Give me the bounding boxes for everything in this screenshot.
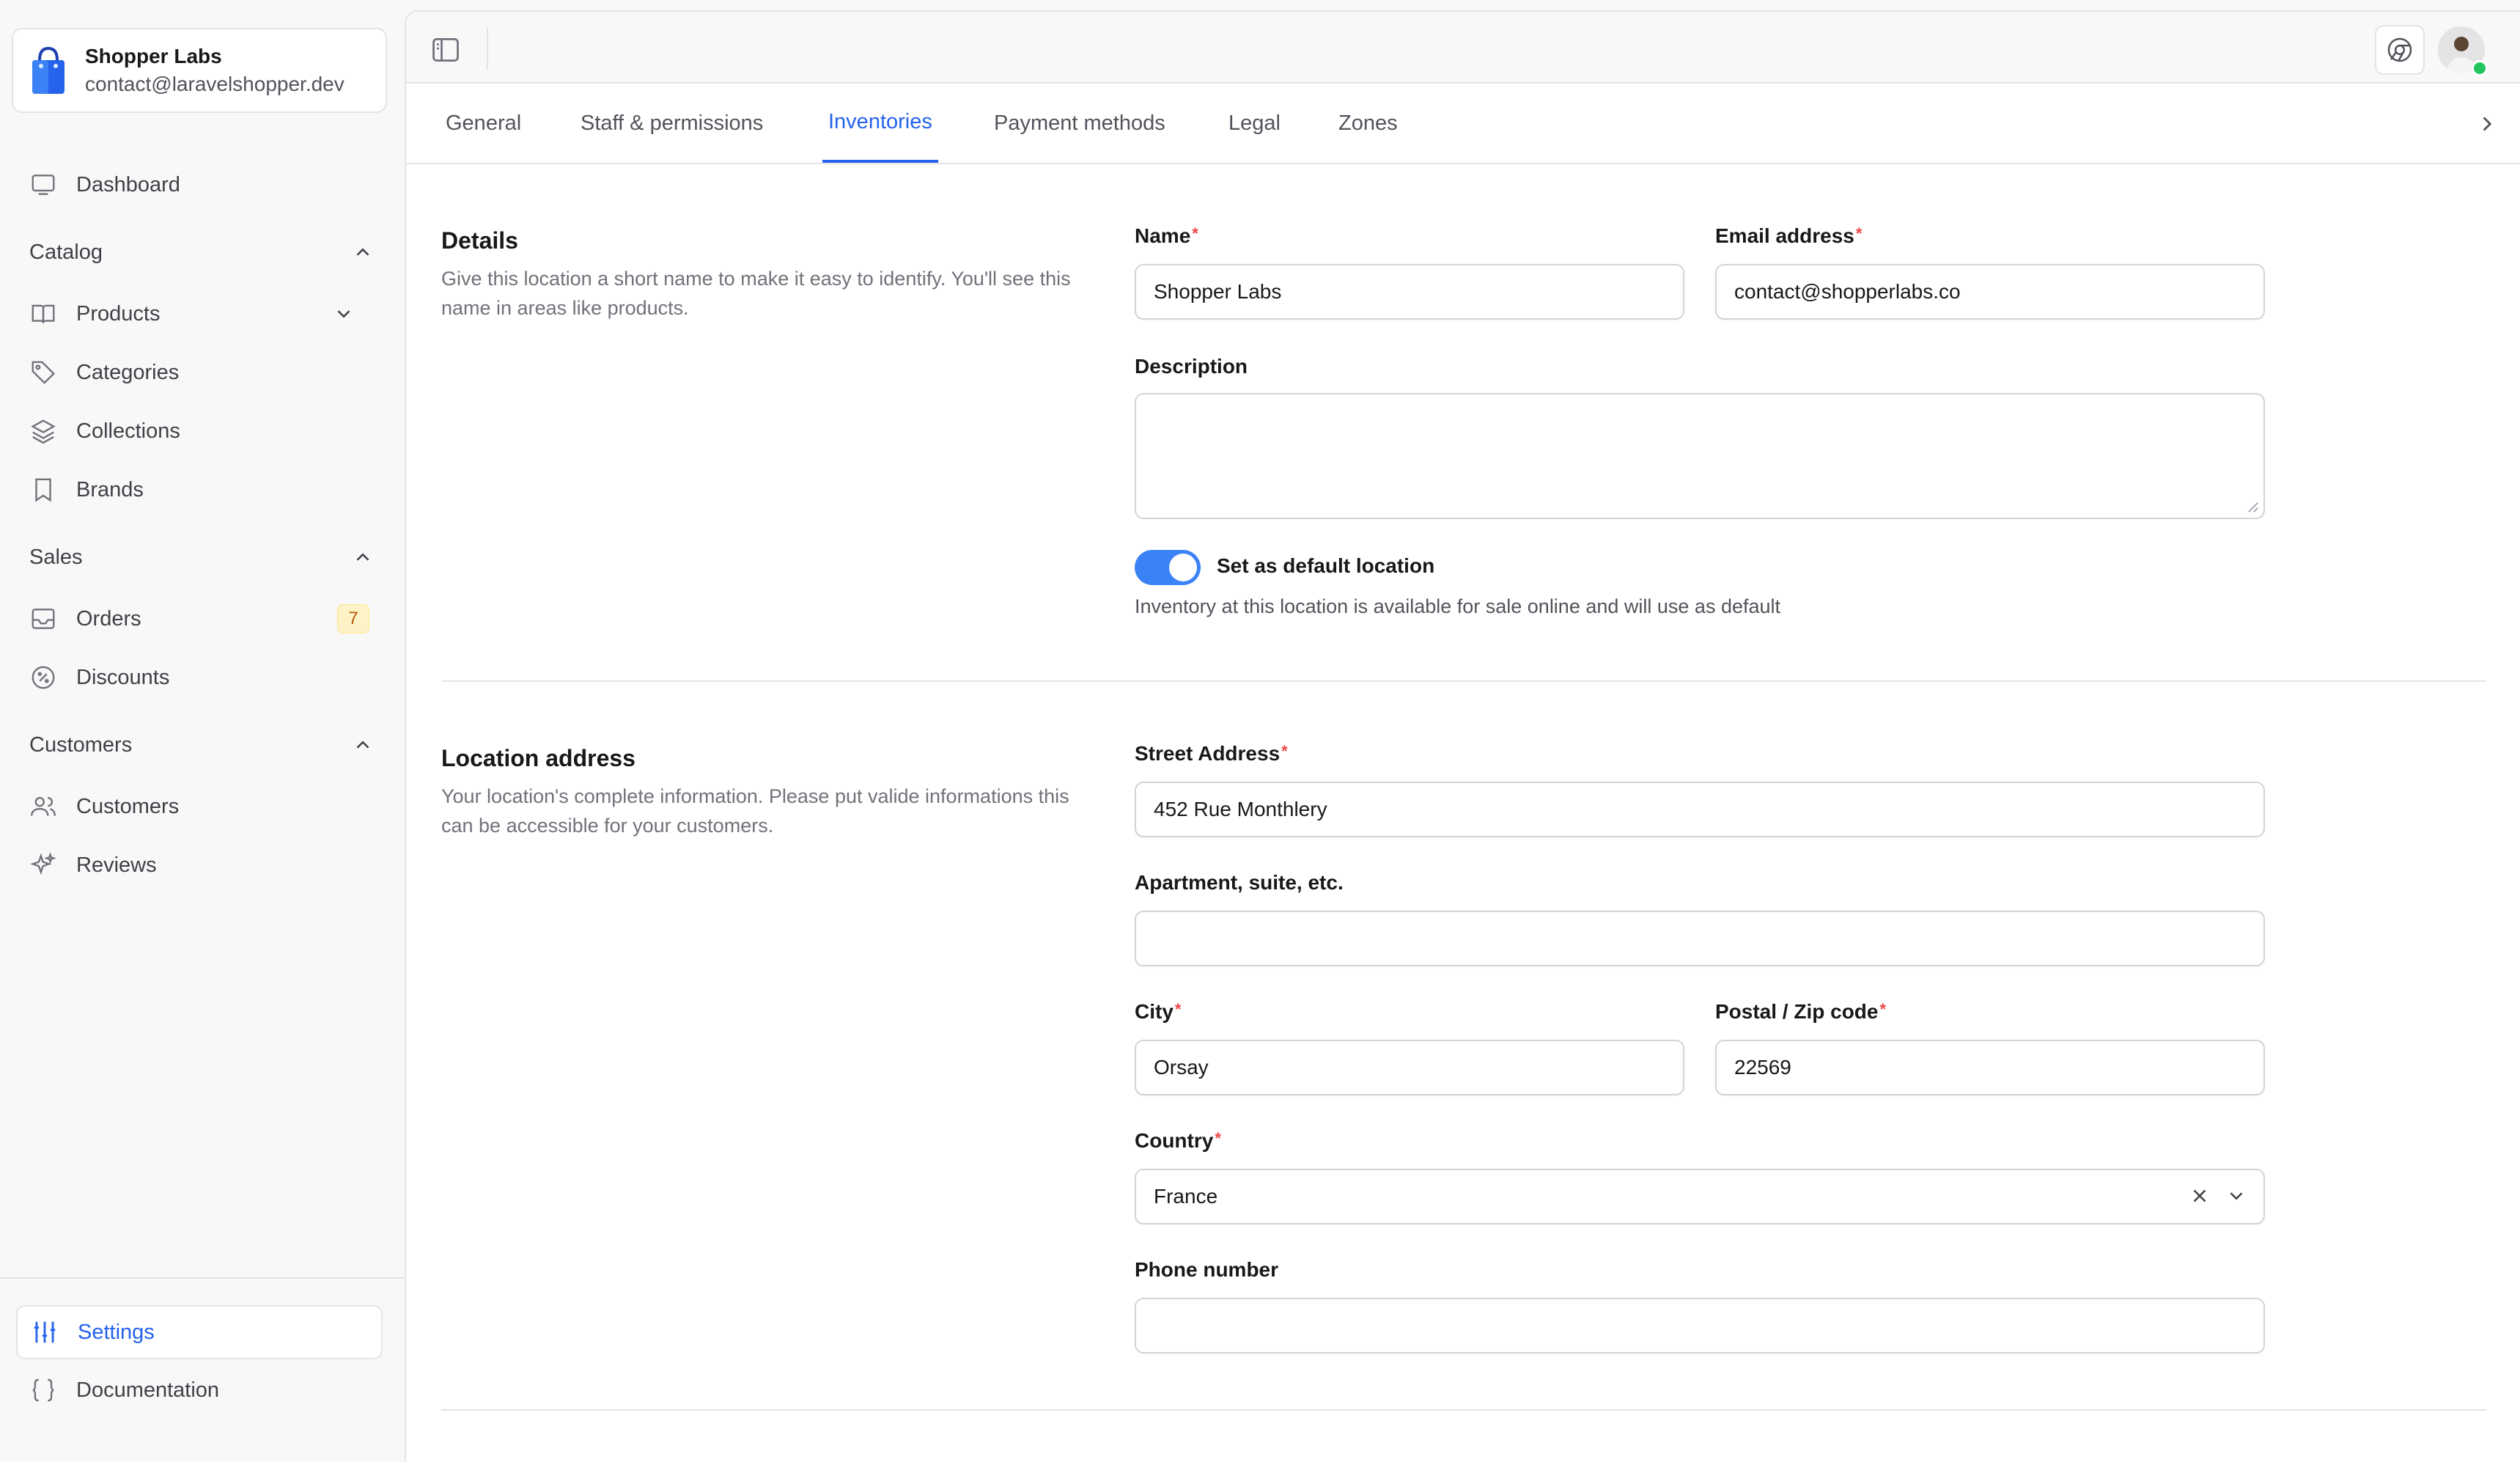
- sidebar-item-label: Discounts: [76, 665, 170, 689]
- sidebar-item-label: Dashboard: [76, 172, 180, 196]
- default-location-help: Inventory at this location is available …: [1135, 595, 1781, 617]
- sidebar-item-orders[interactable]: Orders: [29, 597, 141, 641]
- sidebar-toggle-icon[interactable]: [430, 34, 462, 66]
- postal-label: Postal / Zip code*: [1715, 1000, 1887, 1023]
- country-selected-value: France: [1154, 1185, 1218, 1208]
- tab-inventories[interactable]: Inventories: [822, 84, 938, 163]
- email-label: Email address*: [1715, 224, 1863, 247]
- top-header: [406, 12, 2520, 84]
- sidebar-item-reviews[interactable]: Reviews: [29, 843, 157, 887]
- tag-icon: [32, 361, 55, 384]
- sidebar-group-label: Customers: [29, 732, 133, 757]
- toggle-knob: [1169, 554, 1197, 581]
- default-location-label: Set as default location: [1217, 554, 1435, 577]
- book-open-icon: [32, 304, 55, 323]
- chevron-up-icon: [356, 248, 369, 256]
- sidebar-divider: [0, 1277, 405, 1279]
- sidebar-group-label: Catalog: [29, 240, 103, 264]
- sidebar-item-products[interactable]: Products: [29, 292, 374, 336]
- sidebar-group-label: Sales: [29, 545, 83, 569]
- sidebar-item-label: Collections: [76, 419, 180, 443]
- resize-grip-icon[interactable]: [2246, 500, 2259, 513]
- sidebar-item-collections[interactable]: Collections: [29, 409, 180, 453]
- street-address-field[interactable]: 452 Rue Monthlery: [1135, 782, 2265, 837]
- postal-code-field[interactable]: 22569: [1715, 1040, 2265, 1095]
- main-panel: General Staff & permissions Inventories …: [405, 10, 2520, 1462]
- city-label: City*: [1135, 1000, 1182, 1023]
- phone-label: Phone number: [1135, 1258, 1279, 1281]
- sidebar-item-discounts[interactable]: Discounts: [29, 655, 169, 699]
- tab-zones[interactable]: Zones: [1338, 84, 1398, 163]
- sidebar-item-label: Categories: [76, 360, 180, 384]
- tab-general[interactable]: General: [446, 84, 521, 163]
- inbox-icon: [32, 609, 55, 629]
- chevron-up-icon: [356, 741, 369, 749]
- section-divider: [441, 680, 2486, 682]
- chrome-browser-icon: [2387, 37, 2412, 62]
- sidebar-item-label: Documentation: [76, 1378, 220, 1402]
- phone-number-field[interactable]: [1135, 1298, 2265, 1353]
- sidebar-group-customers[interactable]: Customers: [29, 723, 374, 767]
- users-icon: [30, 796, 56, 816]
- email-field[interactable]: contact@shopperlabs.co: [1715, 264, 2265, 320]
- header-separator: [487, 28, 488, 70]
- apartment-label: Apartment, suite, etc.: [1135, 871, 1344, 894]
- country-select[interactable]: France: [1135, 1169, 2265, 1224]
- details-section-title: Details: [441, 227, 518, 254]
- store-name: Shopper Labs: [85, 45, 222, 67]
- section-divider: [441, 1409, 2486, 1411]
- tab-payment-methods[interactable]: Payment methods: [994, 84, 1165, 163]
- view-storefront-button[interactable]: [2375, 25, 2425, 75]
- sidebar-item-dashboard[interactable]: Dashboard: [29, 163, 180, 207]
- name-label: Name*: [1135, 224, 1198, 247]
- layers-icon: [31, 419, 56, 444]
- sidebar-item-label: Products: [76, 301, 161, 326]
- country-label: Country*: [1135, 1129, 1221, 1152]
- code-braces-icon: [32, 1378, 54, 1402]
- sidebar-item-label: Orders: [76, 606, 141, 631]
- apartment-field[interactable]: [1135, 911, 2265, 966]
- percent-badge-icon: [32, 666, 55, 689]
- sidebar-item-categories[interactable]: Categories: [29, 350, 179, 394]
- bookmark-icon: [35, 478, 51, 502]
- sparkles-icon: [30, 852, 56, 875]
- address-section-description: Your location's complete information. Pl…: [441, 785, 1069, 837]
- sidebar-item-settings[interactable]: Settings: [16, 1305, 383, 1359]
- street-label: Street Address*: [1135, 742, 1288, 765]
- chevron-up-icon: [356, 553, 369, 561]
- sidebar-item-label: Reviews: [76, 853, 157, 877]
- sidebar: Shopper Labs contact@laravelshopper.dev …: [0, 0, 405, 1462]
- sidebar-group-catalog[interactable]: Catalog: [29, 230, 374, 274]
- sidebar-item-label: Settings: [78, 1320, 155, 1344]
- settings-tabs: General Staff & permissions Inventories …: [406, 84, 2520, 164]
- default-location-toggle[interactable]: [1135, 550, 1201, 585]
- sliders-icon: [34, 1321, 56, 1343]
- chevron-down-icon[interactable]: [2225, 1185, 2247, 1207]
- address-section-title: Location address: [441, 745, 635, 771]
- tab-legal[interactable]: Legal: [1228, 84, 1281, 163]
- online-status-dot: [2472, 60, 2488, 76]
- city-field[interactable]: Orsay: [1135, 1040, 1684, 1095]
- store-email: contact@laravelshopper.dev: [85, 73, 345, 95]
- sidebar-item-brands[interactable]: Brands: [29, 468, 144, 512]
- sidebar-item-label: Customers: [76, 794, 180, 818]
- store-switcher[interactable]: Shopper Labs contact@laravelshopper.dev: [12, 28, 387, 113]
- sidebar-item-label: Brands: [76, 477, 144, 502]
- description-textarea[interactable]: [1135, 393, 2265, 519]
- description-label: Description: [1135, 355, 1248, 378]
- chevron-down-icon: [337, 310, 350, 318]
- name-field[interactable]: Shopper Labs: [1135, 264, 1684, 320]
- monitor-icon: [32, 175, 55, 195]
- orders-count-badge: 7: [337, 604, 369, 633]
- chevron-right-icon[interactable]: [2475, 111, 2499, 136]
- sidebar-item-customers[interactable]: Customers: [29, 785, 179, 829]
- sidebar-group-sales[interactable]: Sales: [29, 535, 374, 579]
- clear-x-icon[interactable]: [2189, 1185, 2211, 1207]
- tab-staff-permissions[interactable]: Staff & permissions: [581, 84, 763, 163]
- shopping-bag-logo-icon: [32, 46, 65, 94]
- details-section-description: Give this location a short name to make …: [441, 268, 1071, 319]
- sidebar-item-documentation[interactable]: Documentation: [29, 1368, 219, 1412]
